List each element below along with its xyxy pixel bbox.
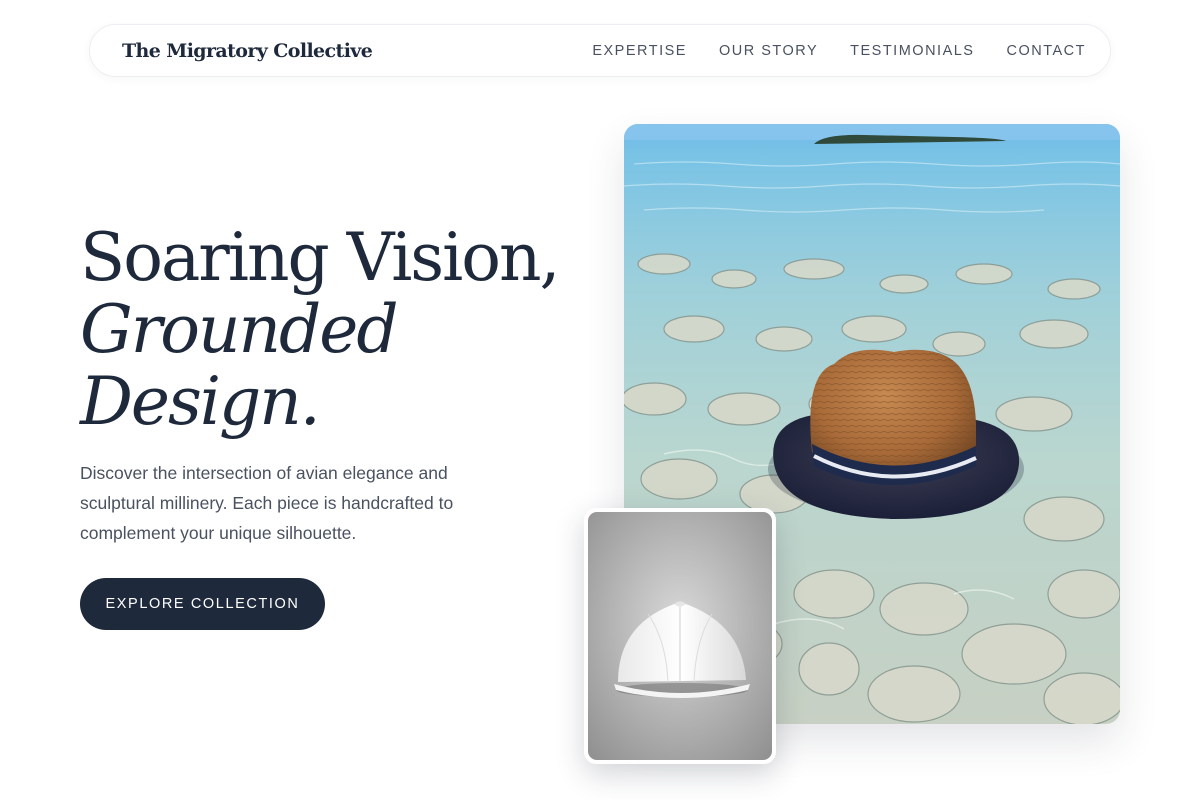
top-navigation: The Migratory Collective EXPERTISE OUR S…: [89, 24, 1111, 77]
hero-title-line-2: Grounded: [80, 291, 399, 368]
hero-title-line-1: Soaring Vision,: [80, 219, 561, 296]
nav-link-testimonials[interactable]: TESTIMONIALS: [850, 43, 974, 59]
page: The Migratory Collective EXPERTISE OUR S…: [0, 0, 1200, 800]
hero-description: Discover the intersection of avian elega…: [80, 463, 454, 543]
explore-collection-button[interactable]: EXPLORE COLLECTION: [80, 578, 325, 630]
hero-title: Soaring Vision, Grounded Design.: [80, 222, 600, 438]
nav-link-contact[interactable]: CONTACT: [1006, 43, 1086, 59]
nav-link-our-story[interactable]: OUR STORY: [719, 43, 818, 59]
hero-title-line-3: Design.: [80, 363, 321, 440]
brand-logo[interactable]: The Migratory Collective: [122, 40, 373, 62]
thumbnail-image-white-cap: [584, 508, 776, 764]
nav-link-expertise[interactable]: EXPERTISE: [592, 43, 687, 59]
nav-links: EXPERTISE OUR STORY TESTIMONIALS CONTACT: [592, 43, 1086, 59]
